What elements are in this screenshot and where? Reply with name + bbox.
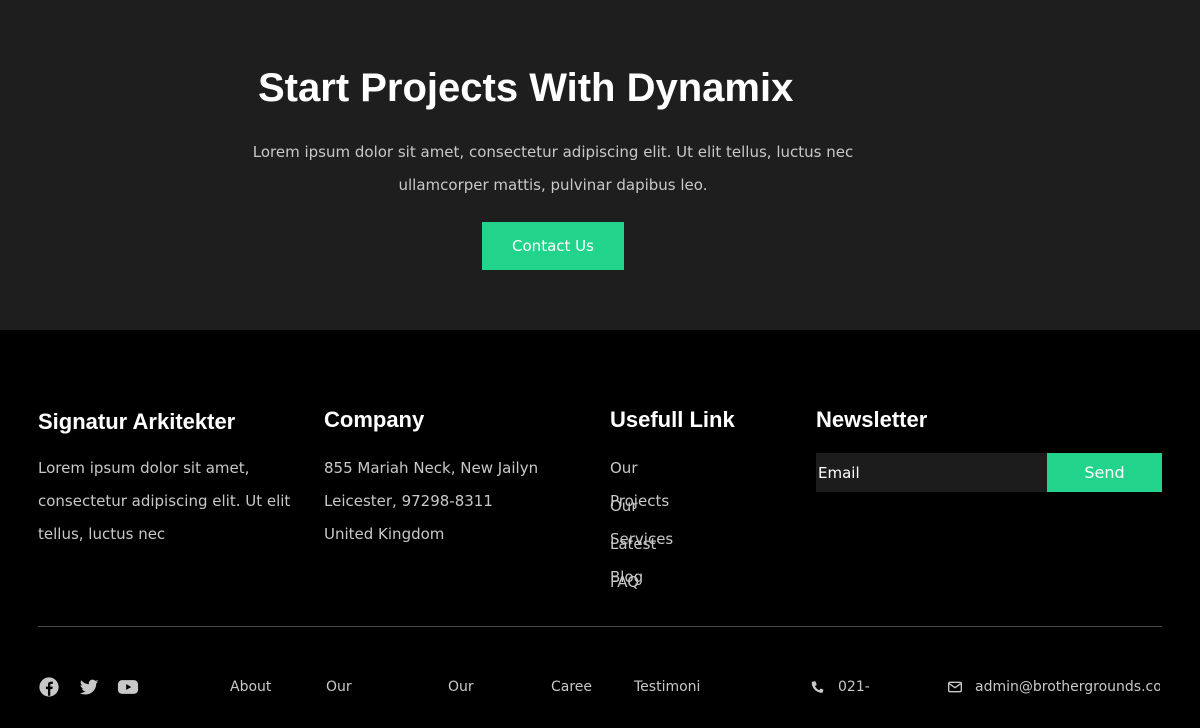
about-line: Lorem ipsum dolor sit amet, (38, 459, 250, 477)
cta-title: Start Projects With Dynamix (258, 66, 794, 110)
address-line: Leicester, 97298-8311 (324, 492, 493, 510)
cta-description: Lorem ipsum dolor sit amet, consectetur … (252, 143, 854, 194)
newsletter-title: Newsletter (816, 407, 928, 432)
footer-divider (38, 626, 1162, 627)
link-faq[interactable]: FAQ (610, 566, 674, 599)
company-title: Company (324, 407, 425, 432)
address-line: United Kingdom (324, 525, 445, 543)
address-line: 855 Mariah Neck, New Jailyn (324, 459, 539, 477)
facebook-icon[interactable] (38, 676, 60, 698)
about-title: Signatur Arkitekter (38, 409, 236, 434)
useful-links-title: Usefull Link (610, 407, 735, 432)
newsletter-email-input[interactable] (816, 453, 1047, 492)
contact-phone: 021- (838, 679, 870, 695)
about-text: Lorem ipsum dolor sit amet, consectetur … (38, 452, 290, 551)
cta-section: Start Projects With Dynamix Lorem ipsum … (0, 0, 1200, 330)
envelope-icon (948, 681, 962, 693)
bottom-link-about[interactable]: About (230, 676, 274, 698)
about-line: tellus, luctus nec (38, 525, 166, 543)
youtube-icon[interactable] (117, 676, 139, 698)
contact-us-button[interactable]: Contact Us (482, 222, 624, 270)
phone-icon (811, 681, 824, 693)
bottom-link-career[interactable]: Caree (551, 676, 593, 698)
company-address: 855 Mariah Neck, New Jailyn Leicester, 9… (324, 452, 538, 551)
bottom-link-our-2[interactable]: Our (448, 676, 476, 698)
twitter-icon[interactable] (78, 676, 100, 698)
bottom-link-our-1[interactable]: Our (326, 676, 354, 698)
send-button[interactable]: Send (1047, 453, 1162, 492)
bottom-link-testimonial[interactable]: Testimoni (634, 676, 704, 698)
contact-email[interactable]: admin@brothergrounds.co (975, 676, 1160, 698)
about-line: consectetur adipiscing elit. Ut elit (38, 492, 291, 510)
